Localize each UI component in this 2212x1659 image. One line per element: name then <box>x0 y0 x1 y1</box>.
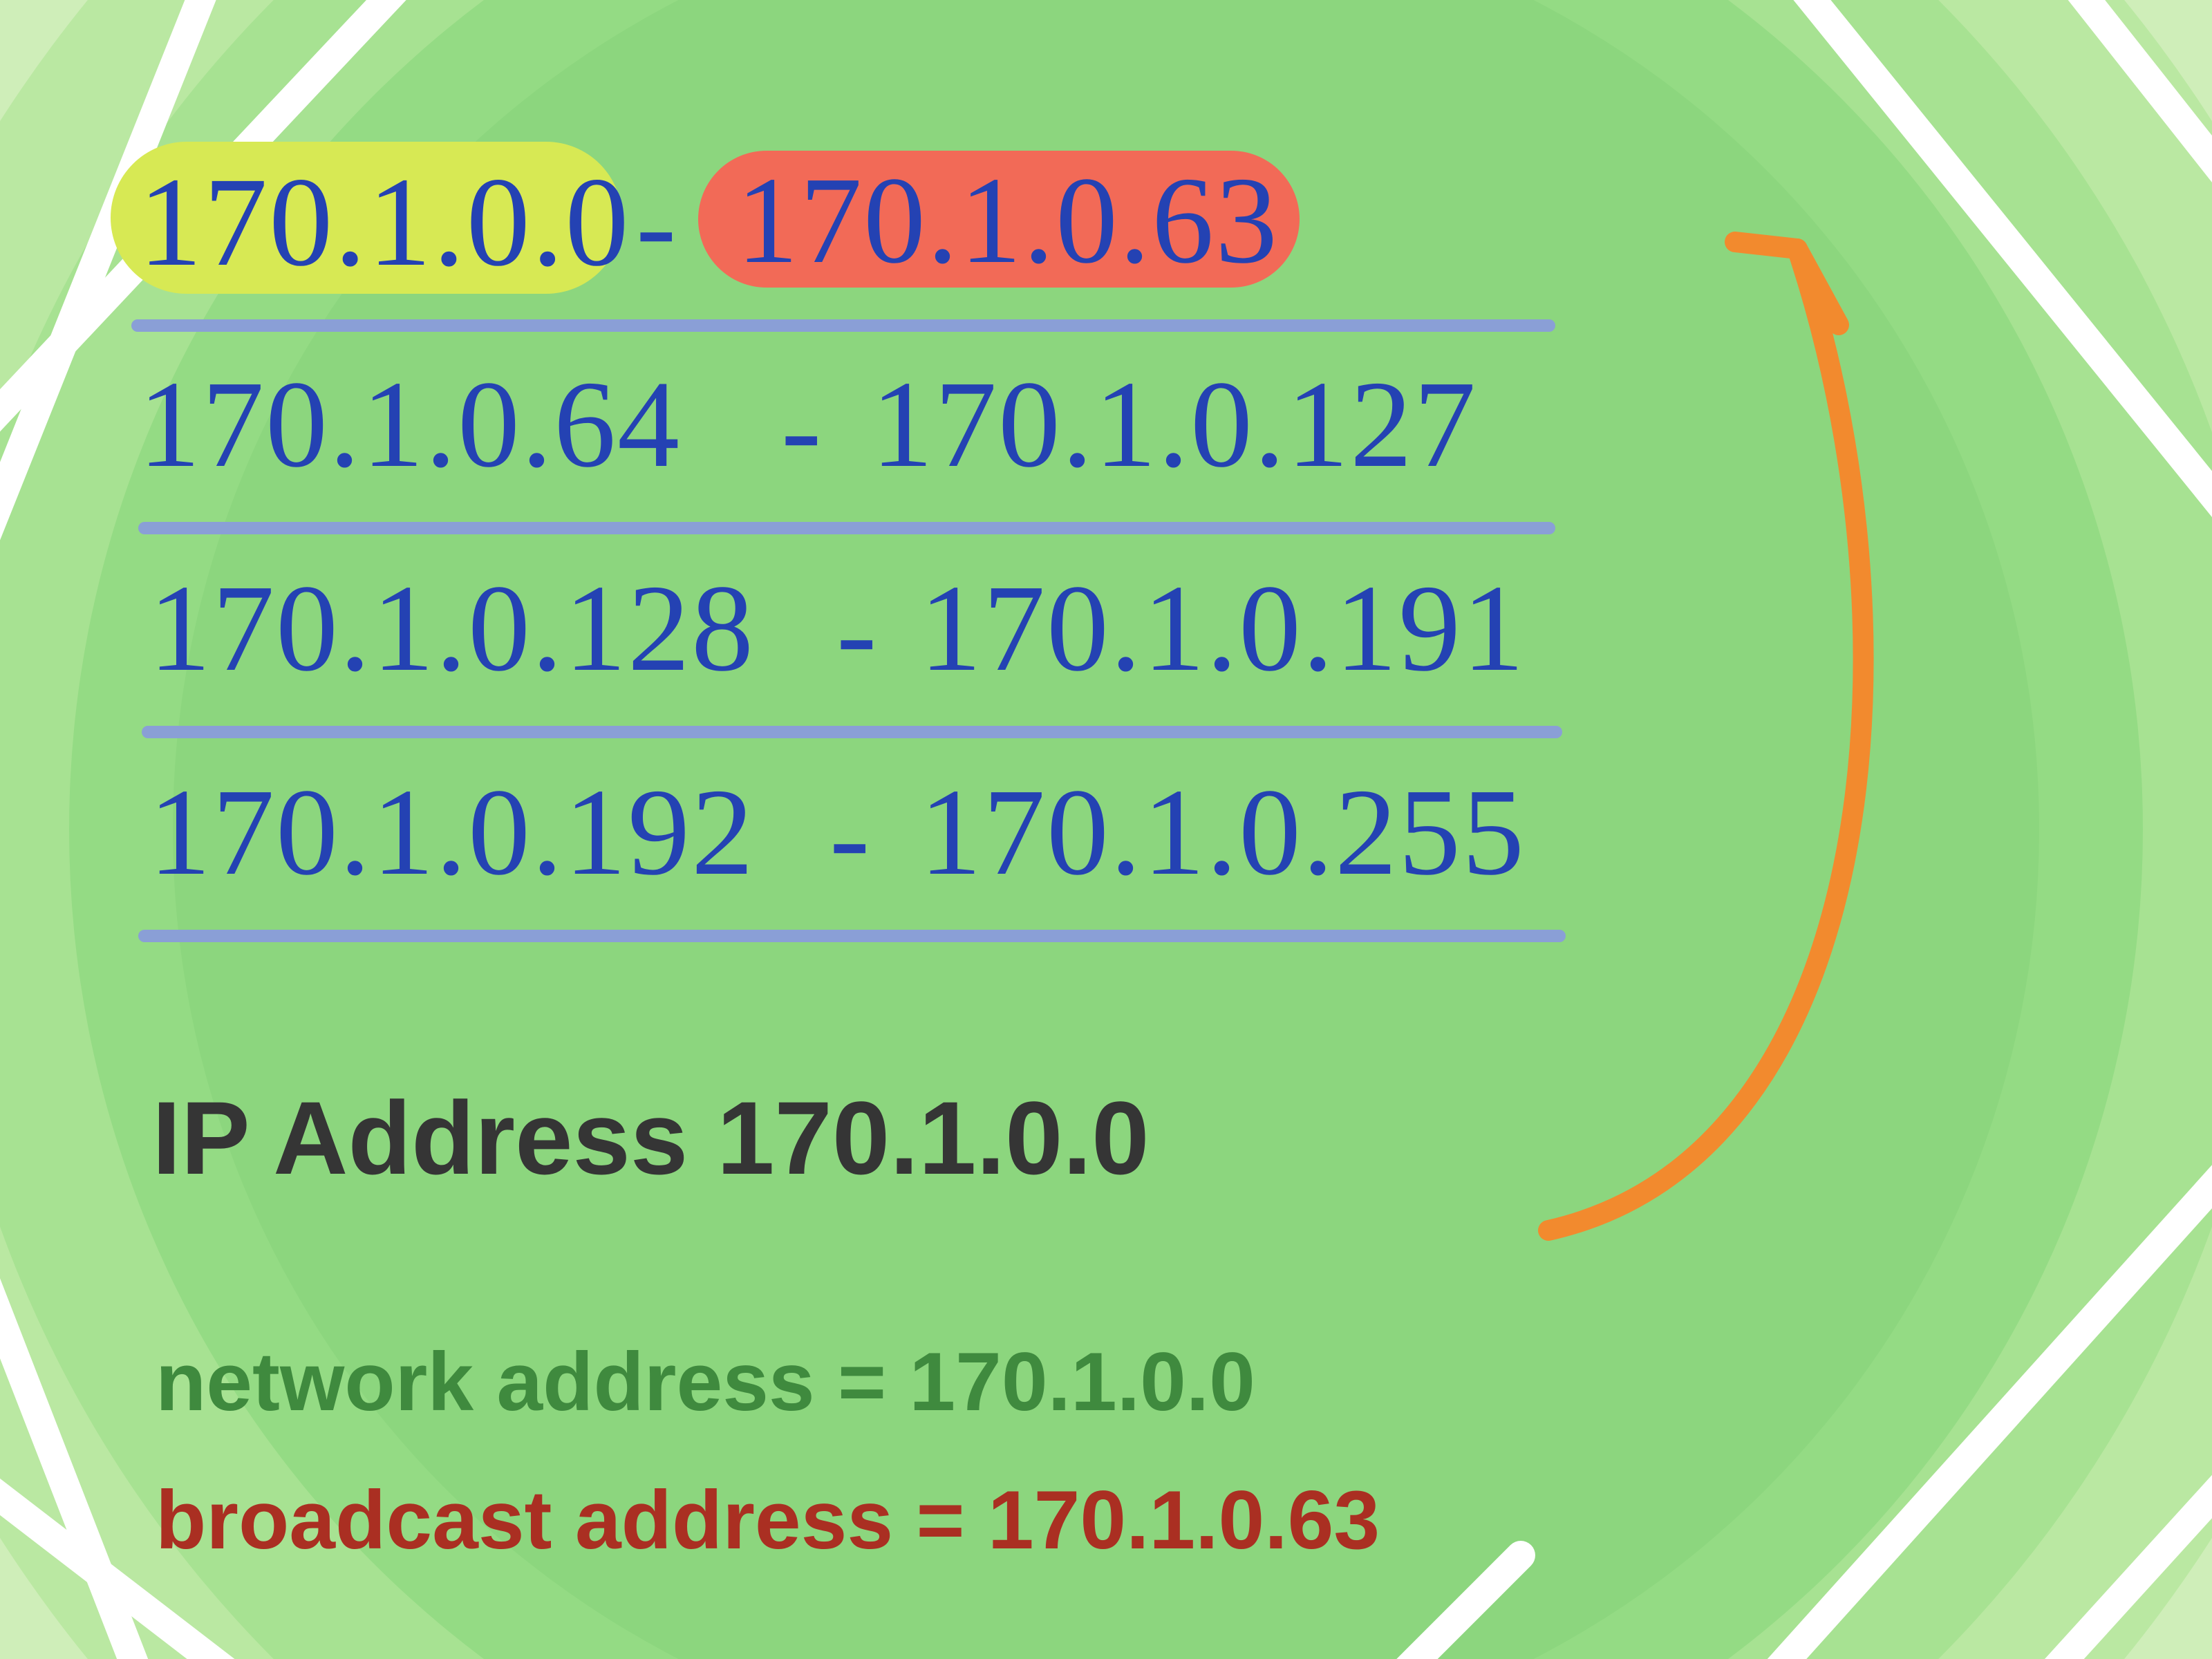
ip-address-heading: IP Address 170.1.0.0 <box>152 1078 1150 1198</box>
content-layer: 170.1.0.0 - 170.1.0.63 170.1.0.64 - 170.… <box>0 0 2212 1659</box>
diagram-stage: 170.1.0.0 - 170.1.0.63 170.1.0.64 - 170.… <box>0 0 2212 1659</box>
broadcast-address-line: broadcast address = 170.1.0.63 <box>156 1472 1380 1568</box>
network-address-line: network address = 170.1.0.0 <box>156 1334 1255 1430</box>
